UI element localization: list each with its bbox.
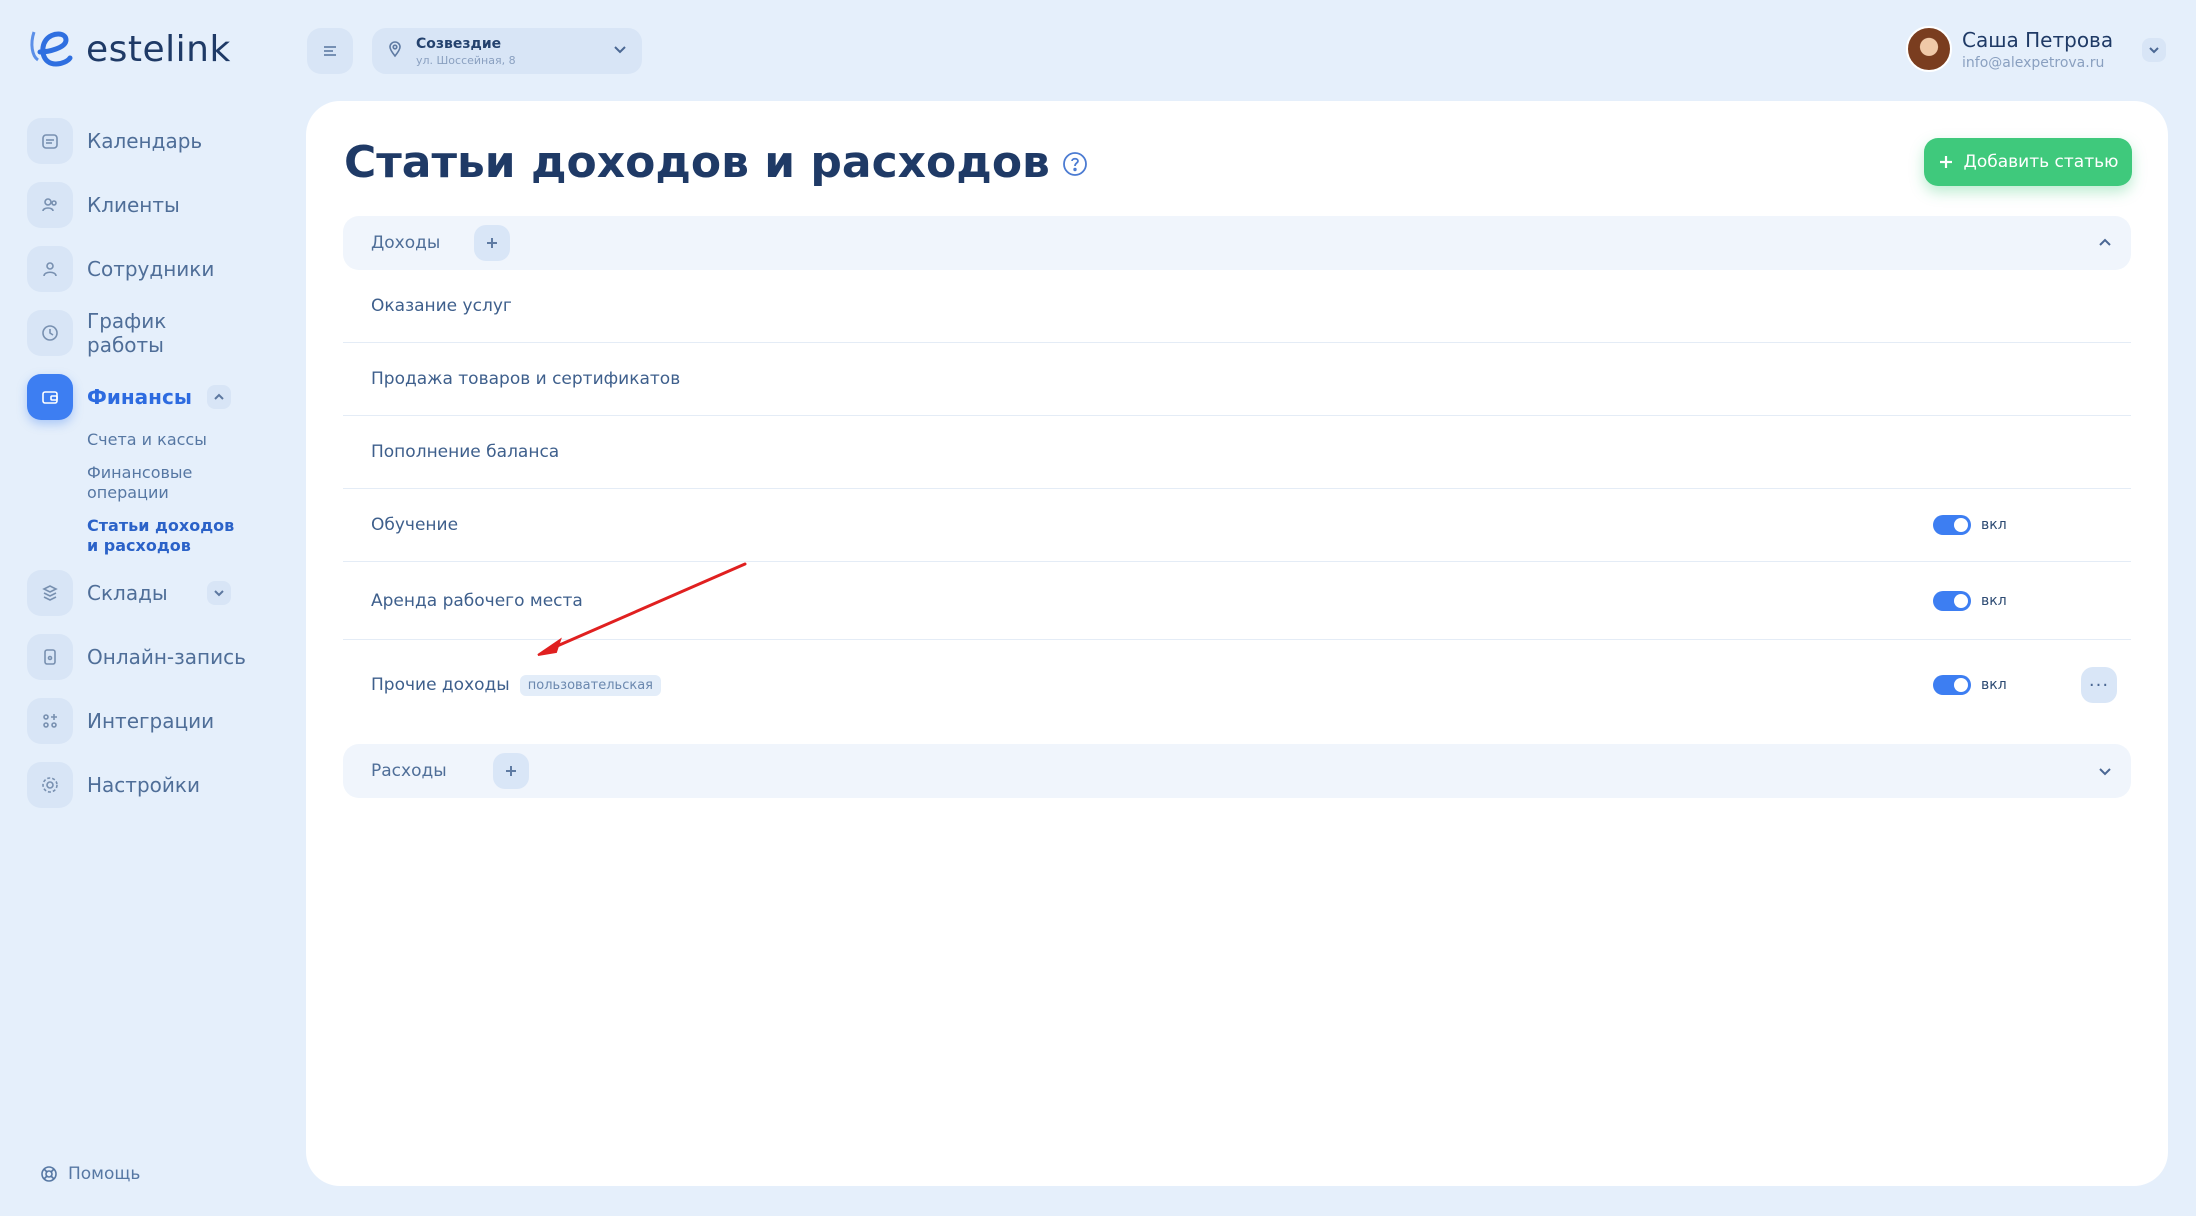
help-label: Помощь <box>68 1164 141 1184</box>
toggle-label: вкл <box>1981 592 2007 609</box>
add-category-button[interactable]: Добавить статью <box>1924 138 2132 186</box>
list-item[interactable]: Прочие доходы пользовательская вкл ··· <box>343 640 2131 730</box>
plus-icon <box>1939 156 1952 168</box>
sidebar-item-label: Сотрудники <box>87 257 215 281</box>
clients-icon <box>27 182 73 228</box>
sidebar-item-label: Настройки <box>87 773 200 797</box>
subnav-item-categories[interactable]: Статьи доходов и расходов <box>87 516 247 556</box>
list-item[interactable]: Продажа товаров и сертификатов <box>343 343 2131 416</box>
chevron-up-icon[interactable] <box>207 385 231 409</box>
sidebar-item-clients[interactable]: Клиенты <box>27 182 247 228</box>
question-icon[interactable] <box>1062 137 1088 188</box>
enabled-toggle[interactable] <box>1933 590 1971 611</box>
row-label: Аренда рабочего места <box>371 590 583 611</box>
toggle-label: вкл <box>1981 517 2007 533</box>
row-label: Прочие доходы <box>371 675 510 695</box>
user-email: info@alexpetrova.ru <box>1962 54 2105 71</box>
gear-icon <box>27 762 73 808</box>
list-item[interactable]: Пополнение баланса <box>343 416 2131 489</box>
sidebar-item-label: Склады <box>87 581 168 605</box>
subnav-item-accounts[interactable]: Счета и кассы <box>87 430 247 450</box>
calendar-icon <box>27 118 73 164</box>
menu-icon <box>324 46 336 56</box>
toggle-label: вкл <box>1981 677 2007 693</box>
page-title-text: Статьи доходов и расходов <box>344 137 1050 188</box>
page-title: Статьи доходов и расходов <box>344 137 1088 188</box>
main-panel: Статьи доходов и расходов Добавить стать… <box>306 101 2168 1186</box>
phone-icon <box>27 634 73 680</box>
boxes-icon <box>27 570 73 616</box>
user-menu-chevron[interactable] <box>2142 38 2166 62</box>
income-list: Оказание услуг Продажа товаров и сертифи… <box>343 270 2131 730</box>
chevron-down-icon[interactable] <box>2097 763 2113 783</box>
finance-subnav: Счета и кассы Финансовые операции Статьи… <box>87 430 247 556</box>
chevron-up-icon[interactable] <box>2097 235 2113 255</box>
plus-icon <box>487 238 498 248</box>
sidebar-item-label: Клиенты <box>87 193 180 217</box>
section-title: Расходы <box>371 761 447 781</box>
location-name: Созвездие <box>416 35 502 52</box>
subnav-item-operations[interactable]: Финансовые операции <box>87 463 247 503</box>
user-icon <box>27 246 73 292</box>
add-category-label: Добавить статью <box>1963 152 2119 172</box>
chevron-down-icon <box>612 41 628 61</box>
sidebar-item-label: Онлайн-запись <box>87 645 246 669</box>
sidebar-item-warehouses[interactable]: Склады <box>27 570 247 616</box>
integrations-icon <box>27 698 73 744</box>
location-selector[interactable]: Созвездие ул. Шоссейная, 8 <box>372 28 642 74</box>
sidebar-item-online-booking[interactable]: Онлайн-запись <box>27 634 247 680</box>
more-options-button[interactable]: ··· <box>2081 667 2117 703</box>
user-profile[interactable]: Саша Петрова info@alexpetrova.ru <box>1906 26 2113 72</box>
location-address: ул. Шоссейная, 8 <box>416 53 516 67</box>
list-item[interactable]: Аренда рабочего места вкл <box>343 562 2131 640</box>
sidebar-item-employees[interactable]: Сотрудники <box>27 246 247 292</box>
sidebar-item-label: График работы <box>87 309 167 357</box>
logo-text: estelink <box>86 28 231 70</box>
row-label: Обучение <box>371 515 459 535</box>
sidebar-item-label: Календарь <box>87 129 203 153</box>
chevron-down-icon[interactable] <box>207 581 231 605</box>
section-title: Доходы <box>371 233 441 253</box>
clock-icon <box>27 310 73 356</box>
menu-toggle-button[interactable] <box>307 28 353 74</box>
income-section-header[interactable]: Доходы <box>343 216 2131 270</box>
list-item[interactable]: Оказание услуг <box>343 270 2131 343</box>
sidebar-item-schedule[interactable]: График работы <box>27 309 247 357</box>
enabled-toggle[interactable] <box>1933 515 1971 535</box>
custom-badge: пользовательская <box>519 674 661 696</box>
add-expense-button[interactable] <box>492 753 529 789</box>
sidebar-item-finance[interactable]: Финансы <box>27 374 247 420</box>
sidebar-item-calendar[interactable]: Календарь <box>27 118 247 164</box>
sidebar-nav: Календарь Клиенты Сотрудники График рабо… <box>27 118 247 826</box>
lifebuoy-icon <box>41 1166 57 1182</box>
avatar <box>1906 26 1952 72</box>
list-item[interactable]: Обучение вкл <box>343 489 2131 562</box>
expense-section-header[interactable]: Расходы <box>343 744 2131 798</box>
enabled-toggle[interactable] <box>1933 675 1971 695</box>
row-label: Продажа товаров и сертификатов <box>371 369 681 389</box>
sidebar-item-integrations[interactable]: Интеграции <box>27 698 247 744</box>
plus-icon <box>505 766 516 776</box>
help-link[interactable]: Помощь <box>40 1164 140 1184</box>
add-income-button[interactable] <box>474 225 511 261</box>
chevron-down-icon <box>2149 47 2159 54</box>
row-label: Оказание услуг <box>371 296 512 316</box>
map-pin-icon <box>386 40 404 62</box>
logo-mark-icon <box>30 31 73 67</box>
row-label: Пополнение баланса <box>371 442 560 462</box>
wallet-icon <box>27 374 73 420</box>
sidebar-item-label: Финансы <box>87 385 192 409</box>
sidebar-item-settings[interactable]: Настройки <box>27 762 247 808</box>
logo[interactable]: estelink <box>28 26 231 72</box>
user-name: Саша Петрова <box>1962 27 2114 52</box>
sidebar-item-label: Интеграции <box>87 709 215 733</box>
